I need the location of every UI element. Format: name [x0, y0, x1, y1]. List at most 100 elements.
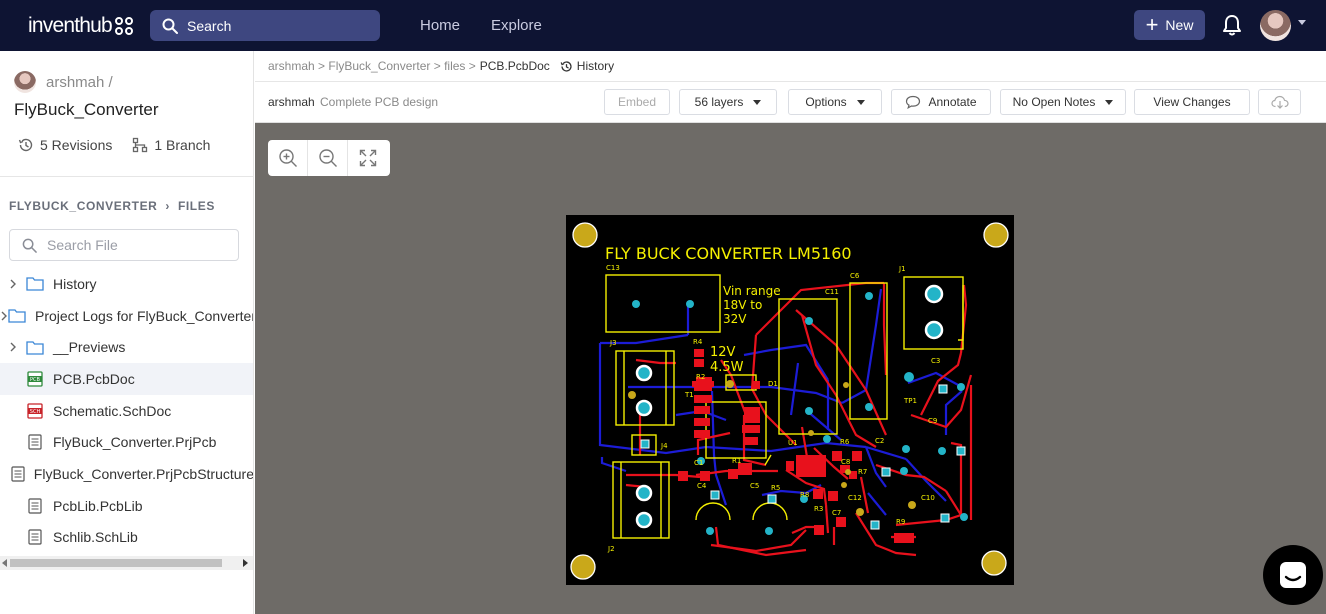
- files-breadcrumb-separator: ›: [165, 199, 170, 213]
- branches-label: 1 Branch: [154, 137, 211, 153]
- zoom-in-icon: [278, 149, 297, 167]
- new-button[interactable]: + New: [1134, 10, 1205, 40]
- pcb-ref-label: T1: [684, 391, 694, 399]
- file-tree-item-project-logs[interactable]: Project Logs for FlyBuck_Converter: [0, 300, 254, 332]
- pcb-ref-label: C11: [825, 288, 839, 296]
- pcb-ref-label: C4: [697, 482, 707, 490]
- pcb-ref-label: R4: [693, 338, 703, 346]
- file-tree-item-history[interactable]: History: [0, 268, 253, 300]
- pcb-ref-label: U1: [788, 439, 798, 447]
- pcb-ref-label: C7: [832, 509, 841, 517]
- file-tree: History Project Logs for FlyBuck_Convert…: [0, 268, 254, 554]
- view-changes-button[interactable]: View Changes: [1134, 89, 1250, 115]
- sidebar-divider: [0, 176, 253, 177]
- file-tree-item-pcb[interactable]: PCB PCB.PcbDoc: [0, 363, 253, 395]
- file-tree-label: PcbLib.PcbLib: [53, 497, 143, 514]
- branches-link[interactable]: 1 Branch: [132, 137, 210, 153]
- pcb-ref-label: C2: [875, 437, 884, 445]
- pcb-file-icon: PCB: [26, 370, 44, 388]
- options-dropdown[interactable]: Options: [788, 89, 882, 115]
- pcb-vin-line-1: Vin range: [723, 284, 781, 298]
- document-icon: [26, 433, 44, 451]
- file-tree-item-prjpcbstructure[interactable]: FlyBuck_Converter.PrjPcbStructure: [0, 458, 253, 490]
- notes-dropdown[interactable]: No Open Notes: [1000, 89, 1126, 115]
- file-tree-item-previews[interactable]: __Previews: [0, 331, 253, 363]
- files-breadcrumb: FLYBUCK_CONVERTER › FILES: [9, 199, 215, 213]
- history-link[interactable]: History: [560, 59, 614, 73]
- pcb-ref-label: C5: [750, 482, 759, 490]
- history-label: History: [576, 59, 615, 73]
- file-search-input[interactable]: Search File: [9, 229, 239, 261]
- pcb-ref-label: C8: [841, 458, 850, 466]
- cloud-download-icon: [1270, 95, 1289, 109]
- sidebar-horizontal-scrollbar[interactable]: [0, 556, 253, 570]
- chevron-down-icon: [753, 99, 762, 105]
- svg-text:PCB: PCB: [30, 377, 41, 383]
- notes-label: No Open Notes: [1012, 95, 1096, 109]
- breadcrumb-path[interactable]: arshmah > FlyBuck_Converter > files >: [268, 59, 476, 73]
- embed-label: Embed: [617, 95, 657, 109]
- logo-text: inventhub: [28, 14, 113, 37]
- folder-icon: [26, 338, 44, 356]
- file-tree-item-schlib[interactable]: Schlib.SchLib: [0, 522, 253, 554]
- nav-explore[interactable]: Explore: [491, 17, 542, 34]
- chevron-right-icon[interactable]: [0, 311, 8, 321]
- pcb-vin-line-3: 32V: [723, 312, 747, 326]
- file-tree-label: Project Logs for FlyBuck_Converter: [35, 307, 254, 324]
- pcb-ref-label: C12: [848, 494, 862, 502]
- app-logo[interactable]: inventhub: [28, 14, 133, 38]
- search-icon: [162, 18, 178, 34]
- fit-view-button[interactable]: [348, 140, 388, 176]
- download-button[interactable]: [1258, 89, 1301, 115]
- zoom-in-button[interactable]: [268, 140, 308, 176]
- scroll-right-arrow-icon[interactable]: [243, 559, 248, 567]
- files-breadcrumb-root[interactable]: FLYBUCK_CONVERTER: [9, 199, 157, 213]
- pcb-ref-label: C9: [928, 417, 937, 425]
- repo-owner[interactable]: arshmah /: [14, 71, 113, 93]
- pcb-ref-label: R9: [896, 518, 905, 526]
- zoom-out-button[interactable]: [308, 140, 348, 176]
- file-tree-item-schematic[interactable]: SCH Schematic.SchDoc: [0, 395, 253, 427]
- file-tree-label: PCB.PcbDoc: [53, 370, 135, 387]
- chevron-down-icon[interactable]: [1298, 20, 1306, 25]
- layers-dropdown[interactable]: 56 layers: [679, 89, 777, 115]
- scroll-left-arrow-icon[interactable]: [2, 559, 7, 567]
- revisions-label: 5 Revisions: [40, 137, 113, 153]
- chevron-right-icon[interactable]: [0, 279, 26, 289]
- annotate-button[interactable]: Annotate: [891, 89, 991, 115]
- user-avatar[interactable]: [1260, 10, 1291, 41]
- layers-label: 56 layers: [694, 95, 744, 109]
- nav-home[interactable]: Home: [420, 17, 460, 34]
- pcb-ref-label: R6: [840, 438, 850, 446]
- history-icon: [18, 138, 33, 152]
- global-search[interactable]: Search: [150, 10, 380, 41]
- embed-button[interactable]: Embed: [604, 89, 670, 115]
- document-icon: [26, 497, 44, 515]
- pcb-out-line-2: 4.5W: [710, 360, 744, 375]
- repo-sidebar: arshmah / FlyBuck_Converter 5 Revisions …: [0, 51, 254, 614]
- pcb-viewer[interactable]: FLY BUCK CONVERTER LM5160 Vin range 18V …: [255, 123, 1326, 614]
- pcb-render[interactable]: FLY BUCK CONVERTER LM5160 Vin range 18V …: [566, 215, 1014, 585]
- pcb-ref-label: C3: [931, 357, 940, 365]
- options-label: Options: [805, 95, 847, 109]
- pcb-ref-label: TP1: [903, 397, 917, 405]
- bell-icon[interactable]: [1222, 14, 1242, 36]
- file-toolbar: arshmah Complete PCB design Embed 56 lay…: [255, 82, 1326, 123]
- history-icon: [560, 60, 572, 72]
- file-tree-item-prjpcb[interactable]: FlyBuck_Converter.PrjPcb: [0, 426, 253, 458]
- file-tree-item-pcblib[interactable]: PcbLib.PcbLib: [0, 490, 253, 522]
- logo-dots-icon: [114, 17, 133, 35]
- repo-title[interactable]: FlyBuck_Converter: [14, 100, 159, 120]
- scrollbar-thumb[interactable]: [10, 559, 222, 567]
- pcb-ref-label: C13: [606, 264, 620, 272]
- chevron-down-icon: [1105, 99, 1114, 105]
- file-tree-label: Schematic.SchDoc: [53, 402, 172, 419]
- chat-launcher-button[interactable]: [1263, 545, 1323, 605]
- pcb-title: FLY BUCK CONVERTER LM5160: [605, 244, 852, 263]
- pcb-ref-label: J4: [660, 442, 668, 450]
- file-search-placeholder: Search File: [47, 237, 118, 253]
- pcb-ref-label: J2: [607, 545, 615, 553]
- chevron-right-icon[interactable]: [0, 342, 26, 352]
- commit-author[interactable]: arshmah: [268, 95, 315, 109]
- revisions-link[interactable]: 5 Revisions: [18, 137, 112, 153]
